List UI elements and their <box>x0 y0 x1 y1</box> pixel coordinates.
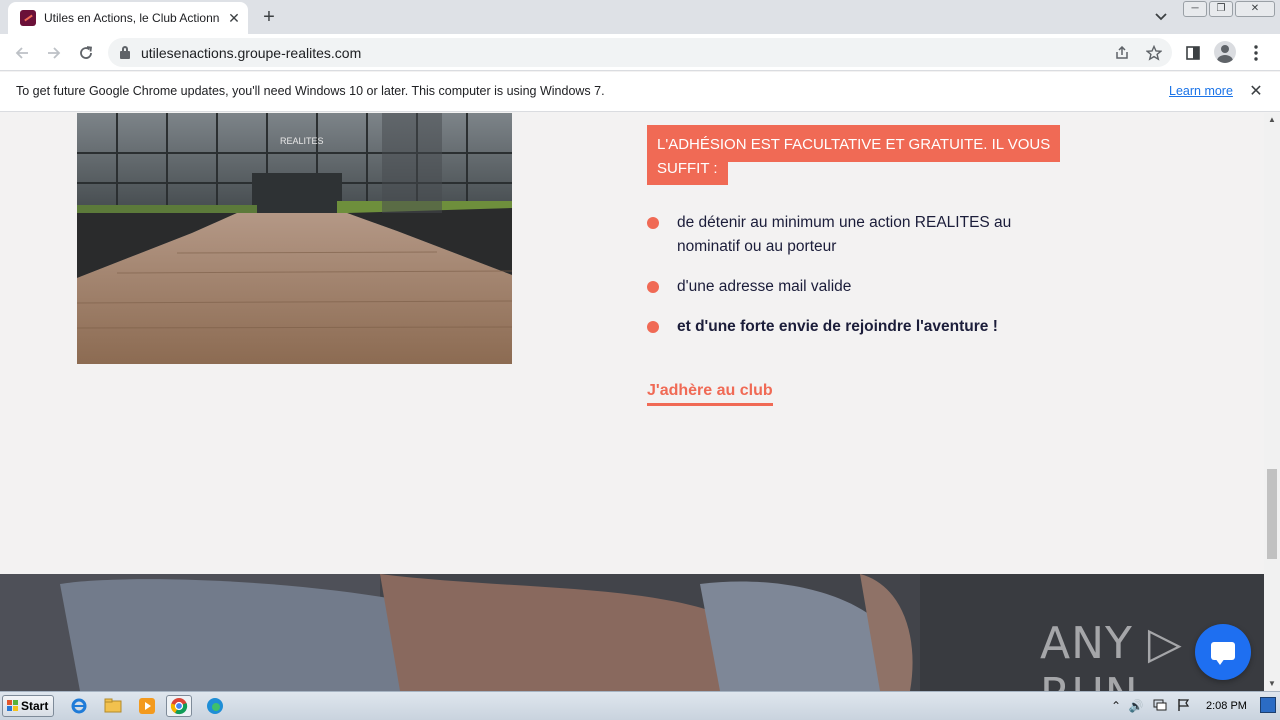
join-club-link[interactable]: J'adhère au club <box>647 382 773 406</box>
infobar-message: To get future Google Chrome updates, you… <box>16 84 605 98</box>
volume-icon[interactable]: 🔊 <box>1128 698 1144 714</box>
windows-logo-icon <box>7 700 19 712</box>
network-icon[interactable] <box>1152 698 1168 714</box>
bullet-text: de détenir au minimum une action REALITE… <box>677 214 1012 231</box>
bookmark-star-icon[interactable] <box>1143 42 1165 64</box>
forward-icon[interactable] <box>41 40 67 66</box>
tray-expand-icon[interactable]: ⌃ <box>1108 698 1124 714</box>
menu-kebab-icon[interactable] <box>1243 40 1269 66</box>
browser-toolbar: utilesenactions.groupe-realites.com <box>0 34 1280 71</box>
start-button[interactable]: Start <box>2 695 54 717</box>
chrome-taskbar-icon[interactable] <box>166 695 192 717</box>
tab-search-chevron-icon[interactable] <box>1150 6 1172 28</box>
update-infobar: To get future Google Chrome updates, you… <box>0 72 1280 112</box>
scroll-up-arrow-icon[interactable]: ▲ <box>1264 113 1280 127</box>
membership-badge-line2: SUFFIT : <box>647 159 728 185</box>
action-center-flag-icon[interactable] <box>1176 698 1192 714</box>
share-icon[interactable] <box>1111 42 1133 64</box>
chat-icon <box>1211 642 1235 665</box>
new-tab-button[interactable]: + <box>256 5 282 29</box>
infobar-close-icon[interactable]: ✕ <box>1245 81 1267 103</box>
minimize-button[interactable]: ─ <box>1183 1 1207 17</box>
bullet-text-emphasis: et d'une forte envie de rejoindre l'aven… <box>677 318 998 335</box>
page-scrollbar[interactable]: ▲ ▼ <box>1264 113 1280 691</box>
media-player-icon[interactable] <box>134 695 160 717</box>
tab-close-icon[interactable]: ✕ <box>224 8 244 28</box>
back-icon[interactable] <box>9 40 35 66</box>
file-explorer-icon[interactable] <box>100 695 126 717</box>
tab-strip: Utiles en Actions, le Club Actionnaire ✕… <box>0 0 1280 34</box>
url-text: utilesenactions.groupe-realites.com <box>141 45 362 61</box>
address-bar[interactable]: utilesenactions.groupe-realites.com <box>108 38 1172 67</box>
tab-title: Utiles en Actions, le Club Actionnaire <box>44 11 220 25</box>
bullet-dot <box>647 321 659 333</box>
edge-icon[interactable] <box>202 695 228 717</box>
side-panel-icon[interactable] <box>1180 40 1206 66</box>
bullet-text-continued: nominatif ou au porteur <box>677 238 837 255</box>
bullet-dot <box>647 281 659 293</box>
learn-more-link[interactable]: Learn more <box>1169 84 1233 98</box>
lock-icon <box>120 46 130 59</box>
close-window-button[interactable]: ✕ <box>1235 1 1275 17</box>
internet-explorer-icon[interactable] <box>66 695 92 717</box>
reload-icon[interactable] <box>73 40 99 66</box>
profile-avatar-icon[interactable] <box>1214 41 1236 63</box>
windows-taskbar: Start ⌃ 🔊 2:08 PM <box>0 691 1280 720</box>
restore-button[interactable]: ❐ <box>1209 1 1233 17</box>
membership-badge-line1: L'ADHÉSION EST FACULTATIVE ET GRATUITE. … <box>647 125 1061 162</box>
show-desktop-icon[interactable] <box>1260 697 1276 713</box>
bullet-dot <box>647 217 659 229</box>
photo-sign-text: REALITES <box>280 136 324 146</box>
start-label: Start <box>21 699 49 713</box>
site-favicon-icon <box>20 10 36 26</box>
bullet-text: d'une adresse mail valide <box>677 278 852 295</box>
scroll-down-arrow-icon[interactable]: ▼ <box>1264 677 1280 691</box>
taskbar-clock[interactable]: 2:08 PM <box>1206 700 1247 712</box>
chat-button[interactable] <box>1195 624 1251 680</box>
browser-tab[interactable]: Utiles en Actions, le Club Actionnaire ✕ <box>8 2 248 34</box>
web-page: REALITES L'ADHÉSION EST FACULTATIVE ET G… <box>0 113 1264 691</box>
scroll-thumb[interactable] <box>1267 469 1277 559</box>
building-photo: REALITES <box>77 113 512 364</box>
